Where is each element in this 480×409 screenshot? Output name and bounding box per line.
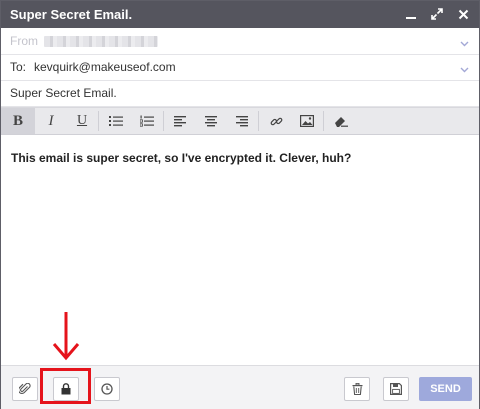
from-field[interactable]: From bbox=[1, 28, 479, 55]
toolbar-divider bbox=[98, 111, 99, 131]
window-controls bbox=[403, 5, 471, 23]
align-right-icon[interactable] bbox=[227, 108, 257, 134]
lock-icon[interactable] bbox=[53, 377, 79, 401]
chevron-down-icon[interactable] bbox=[460, 36, 469, 50]
clock-icon[interactable] bbox=[94, 377, 120, 401]
expand-icon[interactable] bbox=[429, 5, 445, 23]
to-label: To: bbox=[10, 60, 27, 74]
eraser-icon[interactable] bbox=[325, 108, 357, 134]
italic-button[interactable]: I bbox=[35, 108, 67, 134]
close-icon[interactable] bbox=[455, 5, 471, 23]
toolbar-divider bbox=[163, 111, 164, 131]
save-icon[interactable] bbox=[383, 377, 409, 401]
subject-field[interactable]: Super Secret Email. bbox=[1, 80, 479, 107]
from-label: From bbox=[10, 34, 38, 48]
paperclip-icon[interactable] bbox=[12, 377, 38, 401]
title-bar: Super Secret Email. bbox=[1, 1, 479, 28]
align-center-icon[interactable] bbox=[195, 108, 227, 134]
numbered-list-icon[interactable] bbox=[132, 108, 162, 134]
link-icon[interactable] bbox=[260, 108, 292, 134]
toolbar-divider bbox=[258, 111, 259, 131]
compose-footer: SEND bbox=[1, 365, 479, 409]
red-arrow-annotation bbox=[52, 312, 80, 361]
message-body-text[interactable]: This email is super secret, so I've encr… bbox=[11, 151, 351, 165]
formatting-toolbar: B I U bbox=[1, 107, 479, 135]
minimize-icon[interactable] bbox=[403, 5, 419, 23]
to-field[interactable]: To: kevquirk@makeuseof.com bbox=[1, 54, 479, 81]
trash-icon[interactable] bbox=[344, 377, 370, 401]
window-title: Super Secret Email. bbox=[10, 7, 133, 22]
to-recipient[interactable]: kevquirk@makeuseof.com bbox=[34, 60, 176, 74]
image-icon[interactable] bbox=[292, 108, 322, 134]
bold-button[interactable]: B bbox=[1, 108, 35, 134]
from-address-redacted bbox=[44, 36, 158, 47]
chevron-down-icon[interactable] bbox=[460, 62, 469, 76]
subject-value[interactable]: Super Secret Email. bbox=[10, 86, 117, 100]
underline-button[interactable]: U bbox=[67, 108, 97, 134]
send-button[interactable]: SEND bbox=[419, 377, 472, 401]
align-left-icon[interactable] bbox=[165, 108, 195, 134]
toolbar-divider bbox=[323, 111, 324, 131]
bullet-list-icon[interactable] bbox=[100, 108, 132, 134]
